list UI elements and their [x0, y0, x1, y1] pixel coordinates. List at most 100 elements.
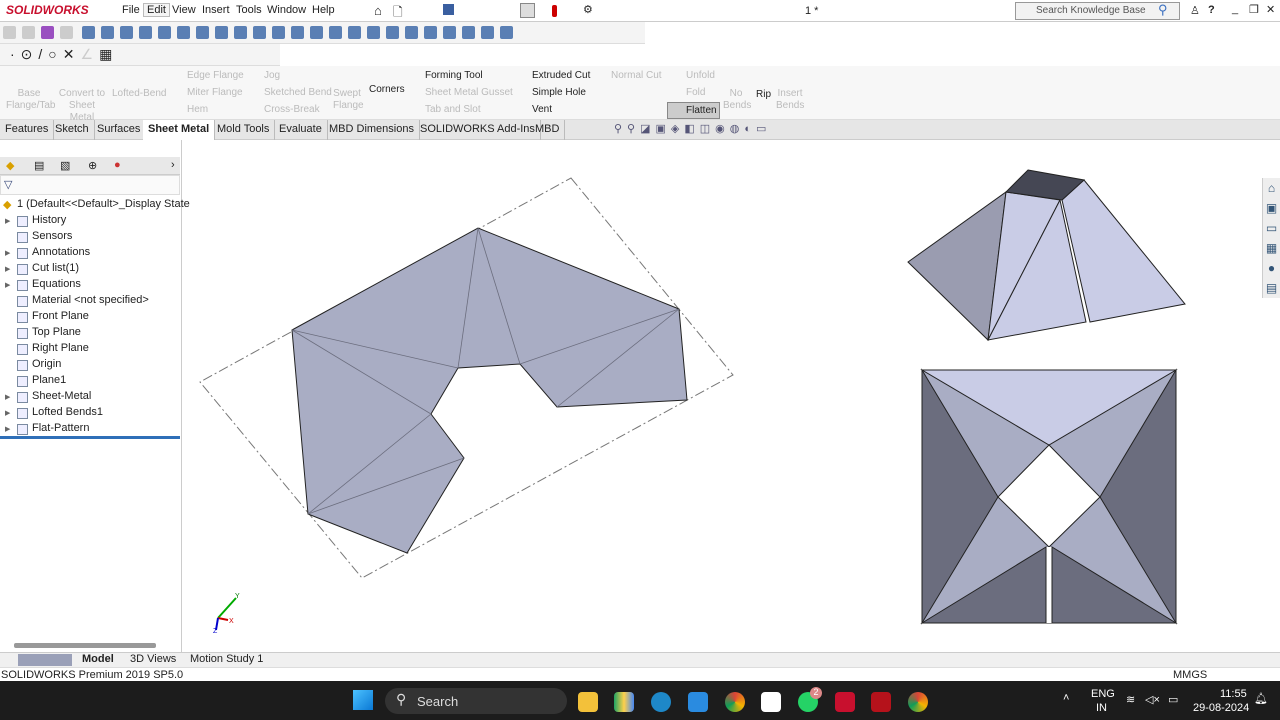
expand-arrow-icon[interactable]: ▶ — [5, 409, 10, 417]
corners-button[interactable]: Corners — [369, 84, 405, 96]
rip-button[interactable]: Rip — [756, 89, 771, 101]
snap-icon[interactable] — [424, 26, 438, 39]
snap-icon[interactable] — [481, 26, 495, 39]
property-manager-tab-icon[interactable]: ▤ — [34, 159, 44, 172]
restore-icon[interactable]: ❐ — [1249, 3, 1259, 16]
notification-bell-icon[interactable]: 🔔︎ — [1254, 692, 1268, 705]
insert-bends-button[interactable]: Insert Bends — [776, 88, 804, 112]
tree-item[interactable]: Top Plane — [32, 326, 81, 338]
fold-button[interactable]: Fold — [686, 87, 705, 99]
snap-icon[interactable] — [310, 26, 324, 39]
tab-features[interactable]: Features — [0, 120, 55, 140]
clock-time[interactable]: 11:55 — [1220, 688, 1247, 700]
base-flange-button[interactable]: Base Flange/Tab — [6, 88, 55, 112]
forming-tool-button[interactable]: Forming Tool — [425, 70, 483, 82]
clock-date[interactable]: 29-08-2024 — [1193, 702, 1249, 714]
tree-filter[interactable]: ▽ — [0, 175, 180, 195]
file-explorer-icon[interactable] — [578, 692, 598, 712]
extruded-cut-button[interactable]: Extruded Cut — [532, 70, 590, 82]
windows-start-icon[interactable] — [353, 690, 373, 710]
filter-icon[interactable] — [41, 26, 54, 39]
home-icon[interactable]: ⌂ — [374, 3, 382, 18]
tab-model[interactable]: Model — [82, 653, 114, 665]
chevron-up-icon[interactable]: ˄ — [1063, 692, 1069, 704]
tree-item[interactable]: Origin — [32, 358, 61, 370]
user-icon[interactable]: ♙ — [1190, 4, 1200, 17]
rollback-bar[interactable] — [0, 436, 180, 439]
jog-button[interactable]: Jog — [264, 70, 280, 82]
expand-arrow-icon[interactable]: ▶ — [5, 393, 10, 401]
tab-mbd[interactable]: MBD — [530, 120, 566, 140]
menu-help[interactable]: Help — [312, 4, 335, 16]
tree-item[interactable]: History — [32, 214, 66, 226]
tab-sketch[interactable]: Sketch — [50, 120, 95, 140]
snap-icon[interactable] — [443, 26, 457, 39]
normal-cut-button[interactable]: Normal Cut — [611, 70, 662, 82]
snap-icon[interactable] — [82, 26, 96, 39]
sheet-metal-gusset-button[interactable]: Sheet Metal Gusset — [425, 87, 513, 99]
tab-surfaces[interactable]: Surfaces — [92, 120, 147, 140]
tree-item[interactable]: Sensors — [32, 230, 72, 242]
minimize-icon[interactable]: _ — [1232, 3, 1238, 15]
sketched-bend-button[interactable]: Sketched Bend — [264, 87, 332, 99]
tree-item[interactable]: Cut list(1) — [32, 262, 79, 274]
feature-manager-tab-icon[interactable]: ◆ — [6, 159, 14, 172]
edge-flange-button[interactable]: Edge Flange — [187, 70, 244, 82]
dimxpert-tab-icon[interactable]: ⊕ — [88, 159, 97, 172]
tab-sheet-metal[interactable]: Sheet Metal — [143, 120, 216, 140]
configuration-manager-tab-icon[interactable]: ▧ — [60, 159, 70, 172]
snap-icon[interactable] — [177, 26, 191, 39]
task-pane-tabs[interactable]: ⌂ ▣ ▭ ▦ ● ▤ — [1262, 178, 1280, 298]
menu-window[interactable]: Window — [267, 4, 306, 16]
units-selector[interactable]: MMGS — [1173, 669, 1207, 681]
snap-icon[interactable] — [253, 26, 267, 39]
circle-icon[interactable]: ⊙ — [21, 46, 39, 62]
tree-item[interactable]: Flat-Pattern — [32, 422, 89, 434]
search-knowledge-base-input[interactable]: Search Knowledge Base — [1015, 2, 1180, 20]
autocad-icon[interactable] — [835, 692, 855, 712]
snap-icon[interactable] — [101, 26, 115, 39]
language-code[interactable]: ENG — [1091, 688, 1115, 700]
menu-insert[interactable]: Insert — [202, 4, 230, 16]
line-icon[interactable]: / — [38, 46, 48, 62]
snap-icon[interactable] — [158, 26, 172, 39]
snap-icon[interactable] — [462, 26, 476, 39]
snap-icon[interactable] — [139, 26, 153, 39]
solidworks-taskbar-icon[interactable] — [871, 692, 891, 712]
snap-icon[interactable] — [348, 26, 362, 39]
convert-to-sheet-metal-button[interactable]: Convert to Sheet Metal — [56, 88, 108, 124]
tree-item[interactable]: Equations — [32, 278, 81, 290]
flatten-button[interactable]: Flatten — [667, 102, 720, 119]
chrome-icon[interactable] — [725, 692, 745, 712]
edge-icon[interactable] — [651, 692, 671, 712]
taskbar-search[interactable]: Search — [385, 688, 567, 714]
hem-button[interactable]: Hem — [187, 104, 208, 116]
tree-item[interactable]: Right Plane — [32, 342, 89, 354]
help-icon[interactable]: ? — [1208, 4, 1215, 16]
tree-item[interactable]: Lofted Bends1 — [32, 406, 103, 418]
save-icon[interactable] — [443, 4, 454, 15]
menu-tools[interactable]: Tools — [236, 4, 262, 16]
trim-icon[interactable]: ✕ — [63, 46, 81, 62]
lofted-bend-button[interactable]: Lofted-Bend — [112, 88, 167, 100]
tab-solidworks-add-ins[interactable]: SOLIDWORKS Add-Ins — [415, 120, 541, 140]
options-gear-icon[interactable]: ⚙ — [583, 3, 593, 16]
snap-icon[interactable] — [291, 26, 305, 39]
grid-icon[interactable]: ▦ — [99, 46, 118, 62]
tab-scroll-arrows[interactable] — [18, 654, 72, 666]
filter-icon[interactable]: ▽ — [4, 178, 12, 191]
no-bends-button[interactable]: No Bends — [723, 88, 751, 112]
cross-break-button[interactable]: Cross-Break — [264, 104, 320, 116]
snap-icon[interactable] — [367, 26, 381, 39]
tab-3d-views[interactable]: 3D Views — [130, 653, 176, 665]
language-region[interactable]: IN — [1096, 702, 1107, 714]
snap-icon[interactable] — [234, 26, 248, 39]
rebuild-icon[interactable] — [552, 5, 557, 17]
menu-edit[interactable]: Edit — [143, 3, 170, 17]
tree-root[interactable]: 1 (Default<<Default>_Display State — [17, 198, 190, 210]
snap-icon[interactable] — [196, 26, 210, 39]
close-icon[interactable]: ✕ — [1266, 3, 1275, 16]
google-drive-icon[interactable] — [614, 692, 634, 712]
tree-item[interactable]: Plane1 — [32, 374, 66, 386]
flat-pattern[interactable] — [291, 227, 688, 554]
